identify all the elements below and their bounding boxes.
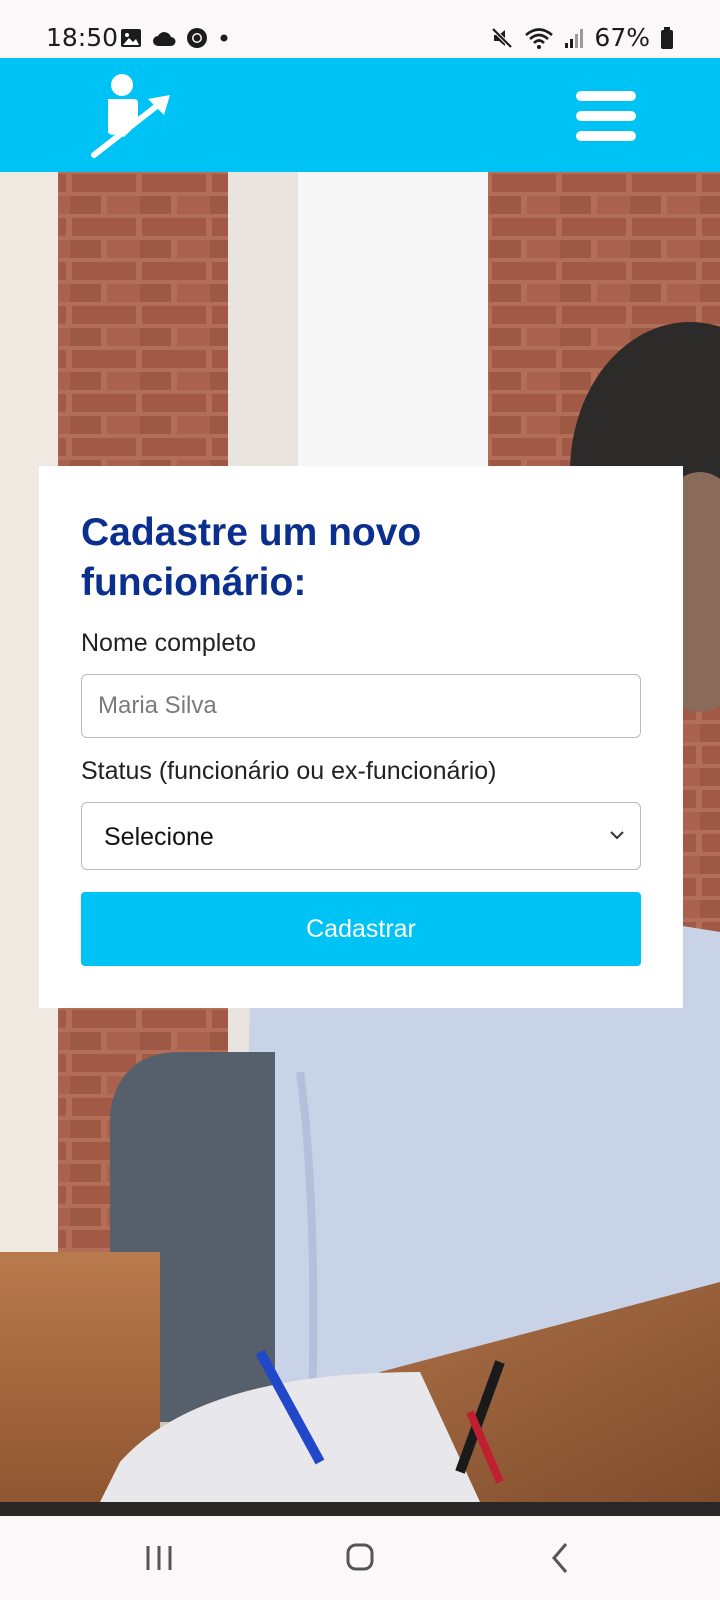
submit-button[interactable]: Cadastrar <box>81 892 641 966</box>
back-icon[interactable] <box>532 1536 592 1582</box>
app-header <box>0 58 720 172</box>
logo[interactable] <box>90 73 174 164</box>
status-select-value: Selecione <box>104 823 214 851</box>
chevron-down-icon <box>610 831 624 840</box>
person-growth-arrow-icon <box>91 74 170 158</box>
bottom-divider <box>0 1502 720 1516</box>
battery-icon <box>661 26 673 49</box>
chrome-icon <box>187 28 207 48</box>
signal-icon <box>565 28 584 48</box>
mute-icon <box>492 27 513 48</box>
gallery-icon <box>121 29 141 47</box>
dot-icon <box>220 34 228 42</box>
hamburger-menu-icon[interactable] <box>574 91 638 141</box>
battery-percentage: 67% <box>594 23 650 52</box>
employee-form-card: Cadastre um novo funcionário: Nome compl… <box>39 466 683 1008</box>
name-label: Nome completo <box>81 629 257 657</box>
recent-apps-icon[interactable] <box>130 1536 190 1582</box>
status-time: 18:50 <box>46 23 119 52</box>
system-nav-bar <box>0 1516 720 1600</box>
home-icon[interactable] <box>330 1536 390 1582</box>
cloud-icon <box>153 32 176 46</box>
status-select[interactable]: Selecione <box>81 802 641 870</box>
notification-icons <box>120 27 230 49</box>
status-label: Status (funcionário ou ex-funcionário) <box>81 757 497 785</box>
form-title: Cadastre um novo funcionário: <box>81 511 422 604</box>
wifi-icon <box>525 27 554 49</box>
full-name-input[interactable] <box>81 674 641 738</box>
status-bar: 18:50 67% <box>0 0 720 58</box>
